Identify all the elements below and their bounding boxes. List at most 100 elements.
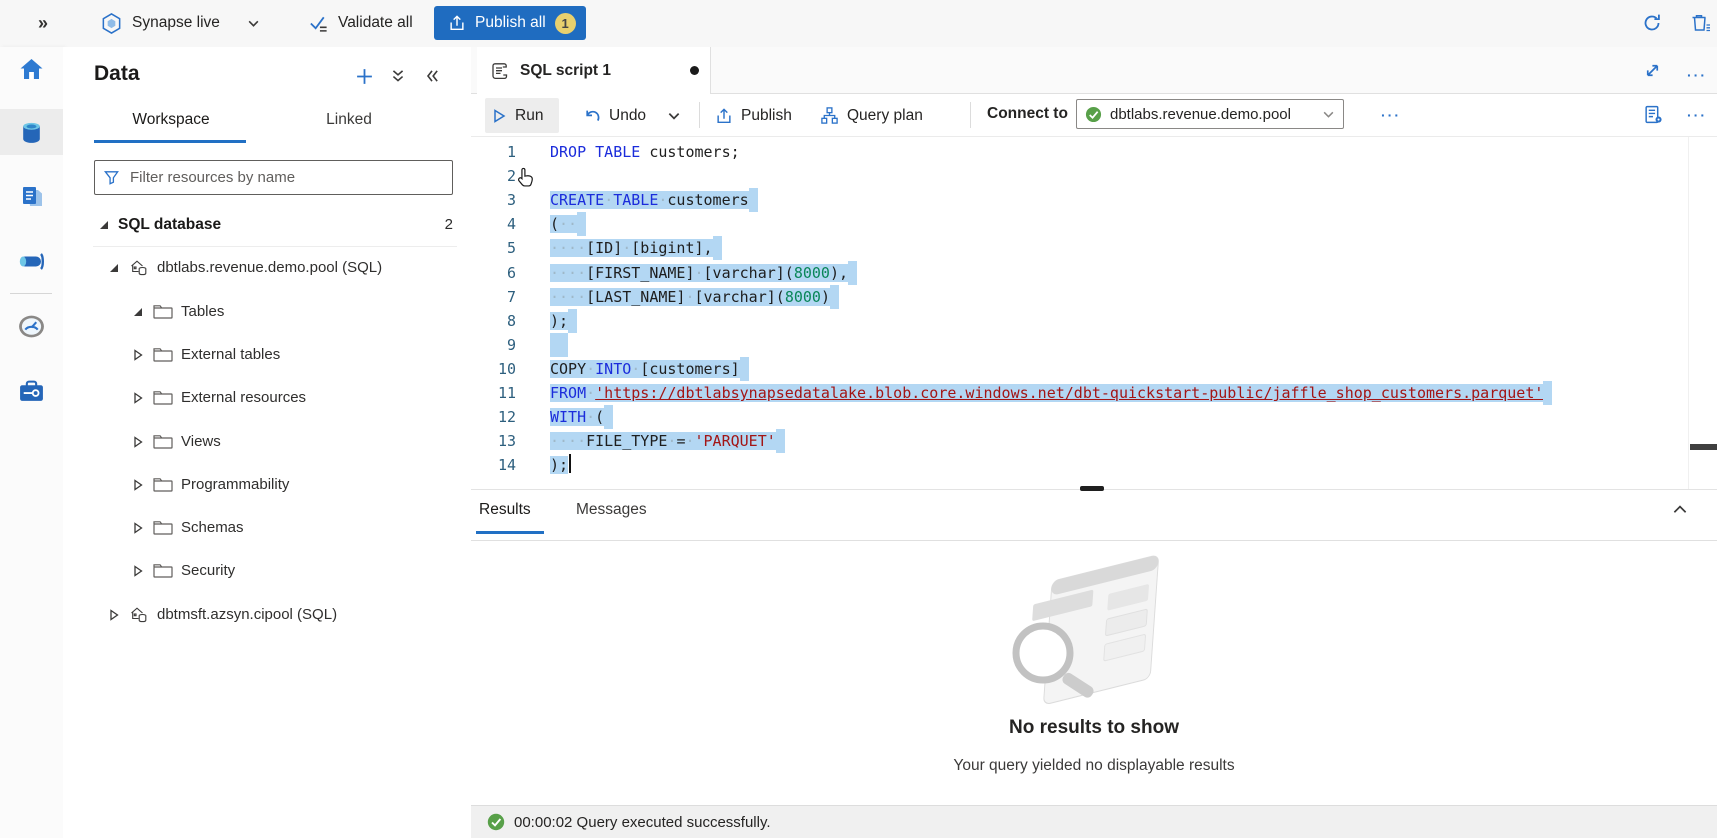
expand-menu-button[interactable]: » — [38, 6, 46, 40]
code-line-8[interactable]: ); — [550, 309, 577, 333]
run-label: Run — [515, 107, 543, 125]
rail-divider — [10, 293, 52, 294]
code-line-13[interactable]: ····FILE_TYPE·=·'PARQUET' — [550, 429, 785, 453]
code-line-4[interactable]: (·· — [550, 212, 586, 236]
rail-item-monitor[interactable] — [0, 303, 63, 349]
code-editor[interactable]: 1DROP TABLE customers;23CREATE·TABLE·cus… — [471, 137, 1717, 489]
code-line-14[interactable]: ); — [550, 453, 571, 477]
folder-icon — [152, 389, 174, 406]
results-settings-button[interactable] — [1643, 104, 1664, 125]
undo-icon — [583, 107, 601, 125]
tree-item-external-tables[interactable]: External tables — [63, 333, 471, 376]
validate-all-button[interactable]: Validate all — [308, 6, 413, 40]
selection-newline-stub — [604, 405, 613, 429]
line-number: 2 — [471, 164, 516, 188]
script-toolbar: Run Undo Publish Query plan Connect to — [471, 94, 1717, 137]
code-token: [bigint], — [631, 239, 712, 257]
selection-newline-stub — [550, 333, 568, 357]
undo-redo-dropdown-button[interactable] — [661, 98, 687, 133]
tree-item-views[interactable]: Views — [63, 420, 471, 463]
refresh-button[interactable] — [1641, 6, 1663, 40]
publish-all-button[interactable]: Publish all 1 — [434, 6, 586, 40]
code-line-3[interactable]: CREATE·TABLE·customers — [550, 188, 758, 212]
discard-all-button[interactable] — [1689, 6, 1711, 40]
query-plan-button[interactable]: Query plan — [814, 98, 929, 133]
toolbar-overflow-button[interactable]: ··· — [1687, 107, 1707, 123]
tree-item-programmability[interactable]: Programmability — [63, 463, 471, 506]
database-icon — [128, 605, 150, 625]
code-line-6[interactable]: ····[FIRST_NAME]·[varchar](8000), — [550, 261, 857, 285]
tab-title: SQL script 1 — [520, 62, 611, 80]
rail-item-integrate[interactable] — [0, 238, 63, 284]
resource-tree: SQL database2 dbtlabs.revenue.demo.pool (… — [63, 47, 471, 838]
code-token: 8000 — [794, 264, 830, 282]
connect-to-pool-dropdown[interactable]: dbtlabs.revenue.demo.pool — [1076, 99, 1344, 129]
tab-results[interactable]: Results — [479, 501, 531, 519]
caret-collapsed-icon[interactable] — [131, 479, 145, 491]
undo-label: Undo — [609, 107, 646, 125]
results-panel: Results Messages — [471, 489, 1717, 838]
toolbar-more-button[interactable]: ··· — [1381, 107, 1401, 123]
caret-expanded-icon[interactable] — [131, 306, 145, 318]
tree-item-dbtmsft-azsyn-cipool-sql[interactable]: dbtmsft.azsyn.cipool (SQL) — [63, 593, 471, 636]
caret-expanded-icon[interactable] — [107, 262, 121, 274]
rail-item-home[interactable] — [0, 46, 63, 92]
tab-more-actions-button[interactable]: ··· — [1687, 67, 1707, 83]
caret-collapsed-icon[interactable] — [131, 392, 145, 404]
publish-label: Publish — [741, 107, 792, 125]
upload-icon — [448, 14, 466, 32]
text-cursor — [569, 454, 571, 473]
code-line-12[interactable]: WITH·( — [550, 405, 613, 429]
tab-sql-script-1[interactable]: SQL script 1 — [477, 47, 711, 94]
mode-selector[interactable]: Synapse live — [100, 6, 260, 40]
publish-button[interactable]: Publish — [709, 98, 798, 133]
tree-item-sql-database[interactable]: SQL database2 — [63, 203, 471, 246]
code-line-5[interactable]: ····[ID]·[bigint], — [550, 236, 722, 260]
code-token: ·· — [559, 215, 577, 233]
synapse-studio-window: » Synapse live Validate all Publish all … — [0, 0, 1717, 838]
expand-editor-button[interactable] — [1643, 61, 1662, 80]
rail-item-manage[interactable] — [0, 368, 63, 414]
caret-collapsed-icon[interactable] — [131, 349, 145, 361]
code-line-7[interactable]: ····[LAST_NAME]·[varchar](8000) — [550, 285, 839, 309]
code-line-10[interactable]: COPY·INTO·[customers] — [550, 357, 749, 381]
tree-item-label: Schemas — [181, 519, 244, 536]
selection-newline-stub — [713, 236, 722, 260]
undo-button[interactable]: Undo — [577, 98, 652, 133]
synapse-hexagon-icon — [100, 12, 123, 35]
empty-state-subtitle: Your query yielded no displayable result… — [471, 757, 1717, 775]
code-line-11[interactable]: FROM·'https://dbtlabsynapsedatalake.blob… — [550, 381, 1552, 405]
publish-upload-icon — [715, 107, 733, 125]
code-line-9[interactable] — [550, 333, 568, 357]
rail-item-data[interactable] — [0, 109, 63, 155]
caret-expanded-icon[interactable] — [97, 219, 111, 231]
code-token: · — [695, 264, 704, 282]
properties-gear-icon — [1643, 104, 1664, 125]
line-number: 13 — [471, 429, 516, 453]
rail-item-develop[interactable] — [0, 174, 63, 220]
tree-item-tables[interactable]: Tables — [63, 290, 471, 333]
tree-item-schemas[interactable]: Schemas — [63, 506, 471, 549]
selection-newline-stub — [740, 357, 749, 381]
tree-item-external-resources[interactable]: External resources — [63, 376, 471, 419]
tab-messages[interactable]: Messages — [576, 501, 647, 519]
tree-item-label: dbtmsft.azsyn.cipool (SQL) — [157, 606, 337, 623]
tree-item-dbtlabs-revenue-demo-pool-sql[interactable]: dbtlabs.revenue.demo.pool (SQL) — [63, 246, 471, 289]
collapse-results-button[interactable] — [1671, 501, 1689, 519]
toolbar-divider — [970, 102, 971, 128]
tree-item-security[interactable]: Security — [63, 549, 471, 592]
panel-resize-handle[interactable] — [1080, 486, 1104, 491]
code-token: WITH — [550, 408, 586, 426]
tree-item-label: dbtlabs.revenue.demo.pool (SQL) — [157, 259, 382, 276]
code-line-1[interactable]: DROP TABLE customers; — [550, 140, 740, 164]
line-number: 6 — [471, 261, 516, 285]
code-token: · — [604, 191, 613, 209]
caret-collapsed-icon[interactable] — [131, 565, 145, 577]
caret-collapsed-icon[interactable] — [131, 436, 145, 448]
caret-collapsed-icon[interactable] — [131, 522, 145, 534]
caret-collapsed-icon[interactable] — [107, 609, 121, 621]
refresh-icon — [1641, 12, 1663, 34]
code-token: [ID] — [586, 239, 622, 257]
run-button[interactable]: Run — [485, 98, 559, 133]
code-token: 'PARQUET' — [695, 432, 776, 450]
